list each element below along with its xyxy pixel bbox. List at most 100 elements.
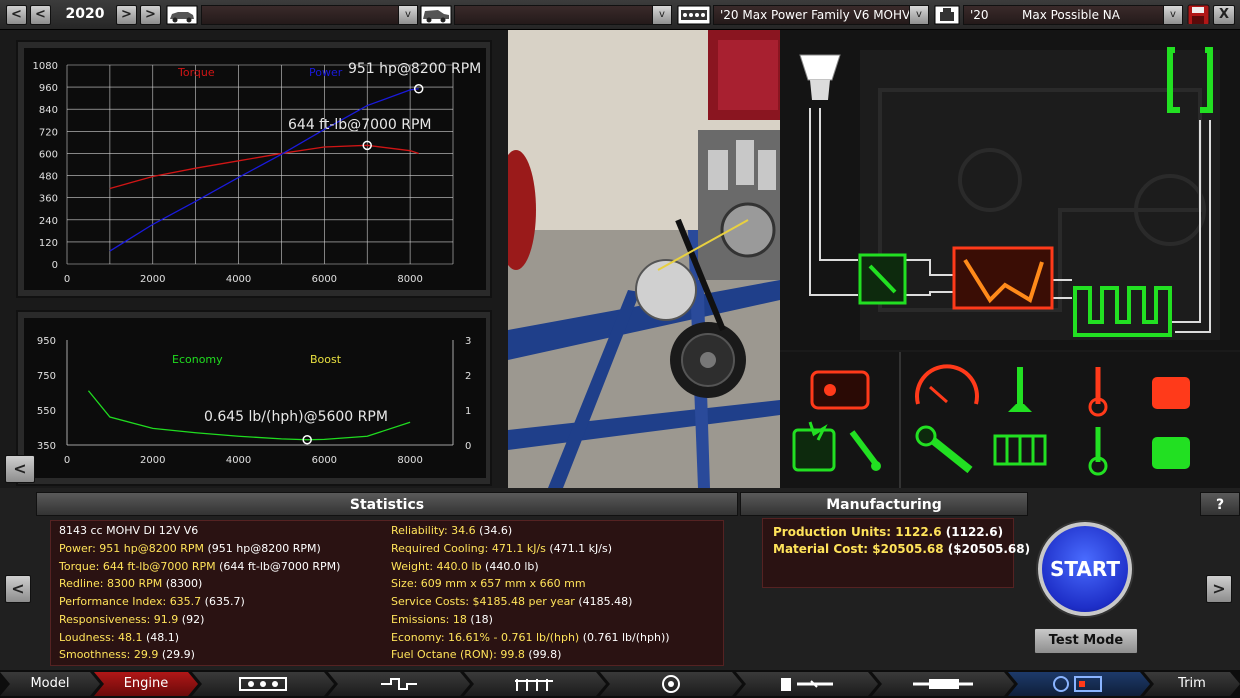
x-tick-label: 0 — [64, 455, 70, 466]
year-prev-button[interactable]: < — [6, 5, 27, 25]
engine-family-dropdown[interactable]: '20 Max Power Family V6 MOHV v — [713, 5, 929, 25]
engine-description: 8143 cc MOHV DI 12V V6 — [59, 524, 199, 537]
close-button[interactable]: X — [1213, 5, 1235, 25]
next-panel-button[interactable]: > — [1206, 575, 1232, 603]
throttle-body-icon[interactable] — [858, 253, 907, 305]
bottom-tab-bar: Model Engine Trim — [0, 670, 1240, 698]
tab-engine[interactable]: Engine — [94, 672, 198, 696]
car-trim-dropdown[interactable]: v — [454, 5, 672, 25]
stat-label: Power: 951 hp@8200 RPM — [59, 542, 204, 555]
stat-label: Emissions: 18 — [391, 613, 467, 626]
engine-part-icons — [780, 352, 1240, 488]
tab-exhaust[interactable] — [872, 672, 1014, 696]
camshaft-icon[interactable] — [993, 434, 1047, 466]
engine-block-icon[interactable] — [810, 370, 870, 410]
testing-tab-icon — [1049, 675, 1109, 693]
engine-schematic — [799, 47, 1220, 340]
stat-label: Fuel Octane (RON): 99.8 — [391, 648, 525, 661]
engine-variant-dropdown[interactable]: '20 Max Possible NA v — [963, 5, 1183, 25]
economy-boost-panel: 950 750 550 350 3 2 1 0 0 2000 4000 6000 8000 Econ… — [16, 310, 492, 486]
economy-boost-chart: 950 750 550 350 3 2 1 0 0 2000 4000 6000 8000 Econ… — [24, 318, 486, 478]
tab-testing[interactable] — [1008, 672, 1150, 696]
stat-value: (34.6) — [475, 524, 513, 537]
help-button[interactable]: ? — [1200, 492, 1240, 516]
spark-plug-icon[interactable] — [849, 430, 881, 471]
connecting-rod-red-icon[interactable] — [1088, 367, 1108, 417]
variant-name: Max Possible NA — [1022, 8, 1120, 22]
graphs-collapse-button[interactable]: < — [5, 455, 35, 483]
x-tick-label: 4000 — [226, 274, 251, 285]
y-tick-label: 960 — [39, 83, 58, 94]
y-tick-label-right: 2 — [465, 371, 471, 382]
piston-red-icon[interactable] — [1152, 377, 1190, 409]
turbo-tab-icon — [656, 674, 686, 694]
statistics-header: Statistics — [36, 492, 738, 516]
piston-green-icon[interactable] — [1152, 437, 1190, 469]
stat-value: (471.1 kJ/s) — [545, 542, 613, 555]
car-trim-icon[interactable] — [420, 5, 452, 25]
x-tick-label: 2000 — [140, 274, 165, 285]
tab-trim[interactable]: Trim — [1144, 672, 1240, 696]
economy-legend-label: Economy — [172, 353, 223, 366]
torque-peak-label: 644 ft-lb@7000 RPM — [288, 117, 432, 133]
engine-flow-diagram — [780, 30, 1240, 350]
y-tick-label-right: 0 — [465, 441, 471, 452]
tab-block[interactable] — [192, 672, 334, 696]
tab-heads[interactable] — [464, 672, 606, 696]
stat-weight: Weight: 440.0 lb (440.0 lb) — [391, 560, 539, 573]
valve-icon[interactable] — [1008, 367, 1032, 412]
x-tick-label: 8000 — [397, 274, 422, 285]
economy-peak-label: 0.645 lb/(hph)@5600 RPM — [204, 409, 388, 425]
wrench-icon[interactable] — [915, 425, 973, 474]
tab-crankshaft[interactable] — [328, 672, 470, 696]
power-torque-chart: 1080 960 840 720 600 480 360 240 120 0 0 2000 4000 6… — [24, 48, 486, 290]
stat-emissions: Emissions: 18 (18) — [391, 613, 493, 626]
stat-fuel-octane: Fuel Octane (RON): 99.8 (99.8) — [391, 648, 561, 661]
engine-family-icon[interactable] — [677, 5, 711, 25]
stat-value: (635.7) — [201, 595, 245, 608]
test-mode-button[interactable]: Test Mode — [1034, 628, 1138, 654]
tab-induction[interactable] — [600, 672, 742, 696]
air-filter-icon[interactable] — [799, 54, 841, 100]
year-prev2-button[interactable]: < — [30, 5, 51, 25]
engine-damage-icon[interactable] — [792, 421, 836, 472]
year-next-button[interactable]: > — [116, 5, 137, 25]
torque-legend-label: Torque — [177, 66, 215, 79]
stat-label: Required Cooling: 471.1 kJ/s — [391, 542, 546, 555]
tab-model[interactable]: Model — [0, 672, 100, 696]
stat-value: (4185.48) — [574, 595, 633, 608]
tab-fuel[interactable] — [736, 672, 878, 696]
prev-panel-button[interactable]: < — [5, 575, 31, 603]
rev-gauge-icon[interactable] — [915, 364, 979, 405]
start-button[interactable]: START — [1038, 522, 1132, 616]
y-tick-label: 0 — [52, 260, 58, 271]
car-family-icon[interactable] — [166, 5, 198, 25]
stat-economy: Economy: 16.61% - 0.761 lb/(hph) (0.761 … — [391, 631, 670, 644]
stat-reliability: Reliability: 34.6 (34.6) — [391, 524, 512, 537]
mfg-value: ($20505.68) — [943, 542, 1031, 556]
stat-loudness: Loudness: 48.1 (48.1) — [59, 631, 179, 644]
y-tick-label-right: 3 — [465, 336, 471, 347]
engine-block-tab-icon — [238, 675, 288, 693]
engine-render-image — [508, 30, 780, 488]
stat-label: Torque: 644 ft-lb@7000 RPM — [59, 560, 216, 573]
car-family-dropdown[interactable]: v — [201, 5, 418, 25]
stat-label: Reliability: 34.6 — [391, 524, 476, 537]
engine-3d-view[interactable] — [508, 30, 780, 488]
mfg-label: Material Cost: $20505.68 — [773, 542, 944, 556]
connecting-rod-green-icon[interactable] — [1088, 427, 1108, 476]
engine-variant-icon[interactable] — [934, 5, 960, 25]
save-icon[interactable] — [1187, 4, 1210, 24]
y-tick-label: 240 — [39, 216, 58, 227]
year-next2-button[interactable]: > — [140, 5, 161, 25]
y-tick-label: 1080 — [33, 61, 58, 72]
stat-service-costs: Service Costs: $4185.48 per year (4185.4… — [391, 595, 632, 608]
y-tick-label: 550 — [37, 406, 56, 417]
y-tick-label: 120 — [39, 238, 58, 249]
manufacturing-panel: Production Units: 1122.6 (1122.6) Materi… — [762, 518, 1030, 588]
x-tick-label: 4000 — [226, 455, 251, 466]
intake-manifold-icon[interactable] — [952, 246, 1054, 310]
x-tick-label: 6000 — [312, 274, 337, 285]
stat-label: Economy: 16.61% - 0.761 lb/(hph) — [391, 631, 580, 644]
manufacturing-header: Manufacturing — [740, 492, 1028, 516]
